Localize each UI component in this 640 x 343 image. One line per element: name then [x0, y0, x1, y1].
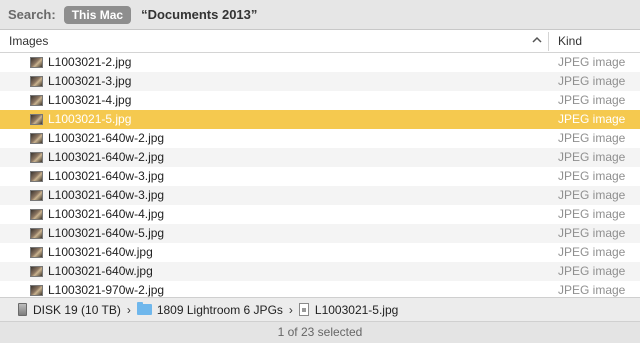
jpeg-thumbnail-icon — [30, 57, 43, 68]
file-kind: JPEG image — [558, 131, 626, 145]
file-kind: JPEG image — [558, 150, 626, 164]
scope-this-mac-button[interactable]: This Mac — [63, 5, 132, 24]
file-row[interactable]: L1003021-970w-2.jpg JPEG image — [0, 281, 640, 297]
path-disk-label: DISK 19 (10 TB) — [33, 302, 121, 317]
jpeg-thumbnail-icon — [30, 228, 43, 239]
file-name: L1003021-640w-2.jpg — [48, 150, 165, 164]
file-row[interactable]: L1003021-640w-2.jpg JPEG image — [0, 129, 640, 148]
file-kind: JPEG image — [558, 283, 626, 297]
file-name: L1003021-4.jpg — [48, 93, 132, 107]
file-row[interactable]: L1003021-4.jpg JPEG image — [0, 91, 640, 110]
file-name: L1003021-640w-4.jpg — [48, 207, 165, 221]
jpeg-thumbnail-icon — [30, 114, 43, 125]
status-bar: 1 of 23 selected — [0, 321, 640, 343]
file-row[interactable]: L1003021-5.jpg JPEG image — [0, 110, 640, 129]
file-row[interactable]: L1003021-2.jpg JPEG image — [0, 53, 640, 72]
file-name: L1003021-640w.jpg — [48, 264, 153, 278]
file-row[interactable]: L1003021-640w.jpg JPEG image — [0, 262, 640, 281]
file-row[interactable]: L1003021-640w-3.jpg JPEG image — [0, 167, 640, 186]
file-name: L1003021-5.jpg — [48, 112, 132, 126]
hard-disk-icon — [18, 303, 27, 316]
document-icon — [298, 303, 309, 316]
chevron-right-icon: › — [126, 302, 131, 317]
search-label: Search: — [8, 7, 56, 22]
file-name: L1003021-640w-5.jpg — [48, 226, 165, 240]
file-row[interactable]: L1003021-640w.jpg JPEG image — [0, 243, 640, 262]
file-name: L1003021-640w.jpg — [48, 245, 153, 259]
file-kind: JPEG image — [558, 226, 626, 240]
file-row[interactable]: L1003021-3.jpg JPEG image — [0, 72, 640, 91]
path-folder-label: 1809 Lightroom 6 JPGs — [156, 302, 283, 317]
chevron-right-icon: › — [288, 302, 293, 317]
file-kind: JPEG image — [558, 93, 626, 107]
path-crumb-disk[interactable]: DISK 19 (10 TB) — [0, 303, 121, 317]
column-divider[interactable] — [548, 32, 549, 51]
file-name: L1003021-640w-3.jpg — [48, 188, 165, 202]
folder-icon — [136, 302, 152, 315]
file-kind: JPEG image — [558, 112, 626, 126]
file-kind: JPEG image — [558, 264, 626, 278]
sort-ascending-icon[interactable] — [531, 33, 543, 47]
file-row[interactable]: L1003021-640w-5.jpg JPEG image — [0, 224, 640, 243]
jpeg-thumbnail-icon — [30, 285, 43, 296]
file-name: L1003021-640w-3.jpg — [48, 169, 165, 183]
search-scope-bar: Search: This Mac “Documents 2013” — [0, 0, 640, 30]
file-name: L1003021-2.jpg — [48, 55, 132, 69]
selection-count: 1 of 23 selected — [277, 325, 363, 339]
scope-folder-button[interactable]: “Documents 2013” — [141, 7, 257, 22]
path-bar: DISK 19 (10 TB) › 1809 Lightroom 6 JPGs … — [0, 297, 640, 321]
file-kind: JPEG image — [558, 55, 626, 69]
jpeg-thumbnail-icon — [30, 76, 43, 87]
jpeg-thumbnail-icon — [30, 209, 43, 220]
file-kind: JPEG image — [558, 74, 626, 88]
column-header-kind[interactable]: Kind — [558, 34, 582, 48]
jpeg-thumbnail-icon — [30, 190, 43, 201]
file-name: L1003021-640w-2.jpg — [48, 131, 165, 145]
path-file-label: L1003021-5.jpg — [314, 302, 399, 317]
jpeg-thumbnail-icon — [30, 133, 43, 144]
file-name: L1003021-3.jpg — [48, 74, 132, 88]
file-list: L1003021-2.jpg JPEG image L1003021-3.jpg JP… — [0, 53, 640, 297]
column-header: Images Kind — [0, 30, 640, 53]
jpeg-thumbnail-icon — [30, 247, 43, 258]
file-kind: JPEG image — [558, 207, 626, 221]
jpeg-thumbnail-icon — [30, 95, 43, 106]
column-header-images[interactable]: Images — [9, 34, 48, 48]
file-kind: JPEG image — [558, 188, 626, 202]
file-row[interactable]: L1003021-640w-4.jpg JPEG image — [0, 205, 640, 224]
path-crumb-file[interactable]: L1003021-5.jpg — [298, 302, 399, 317]
jpeg-thumbnail-icon — [30, 171, 43, 182]
file-row[interactable]: L1003021-640w-2.jpg JPEG image — [0, 148, 640, 167]
file-name: L1003021-970w-2.jpg — [48, 283, 165, 297]
jpeg-thumbnail-icon — [30, 266, 43, 277]
file-kind: JPEG image — [558, 245, 626, 259]
file-row[interactable]: L1003021-640w-3.jpg JPEG image — [0, 186, 640, 205]
file-kind: JPEG image — [558, 169, 626, 183]
path-crumb-folder[interactable]: 1809 Lightroom 6 JPGs — [136, 302, 283, 317]
jpeg-thumbnail-icon — [30, 152, 43, 163]
